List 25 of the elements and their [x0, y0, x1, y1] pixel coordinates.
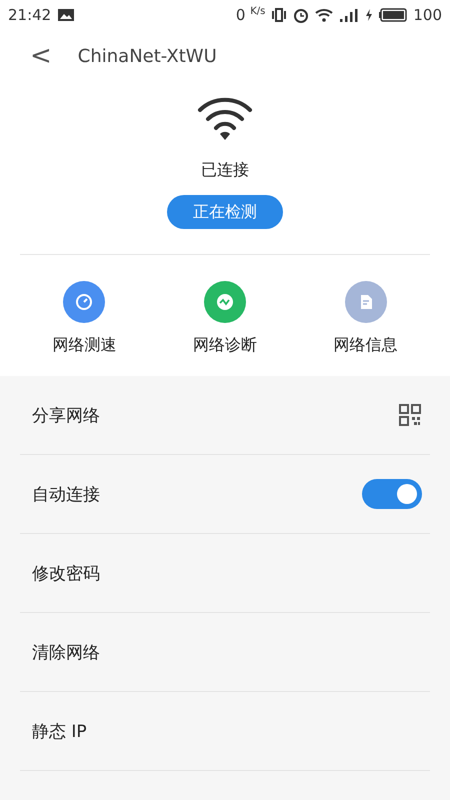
detecting-button[interactable]: 正在检测 [167, 195, 283, 229]
network-name: ChinaNet-XtWU [78, 46, 217, 66]
setting-label[interactable]: 分享网络 [32, 404, 398, 426]
back-button[interactable]: < [26, 41, 56, 71]
action-item[interactable]: 网络诊断 [192, 281, 257, 356]
alarm-icon [293, 7, 310, 23]
action-item[interactable]: 网络信息 [334, 281, 398, 356]
battery-level: 100 [413, 6, 442, 24]
setting-label[interactable]: 自动连接 [32, 482, 362, 506]
setting-label[interactable]: 修改密码 [32, 562, 422, 584]
connection-status: 已连接 [201, 160, 249, 181]
charging-icon [365, 8, 374, 22]
vibrate-icon [271, 7, 288, 23]
wifi-icon [315, 8, 334, 22]
qr-code-icon [398, 403, 422, 427]
setting-label[interactable]: 静态 IP [32, 720, 422, 742]
status-time: 21:42 [8, 6, 52, 24]
setting-label[interactable]: 清除网络 [32, 640, 422, 664]
signal-icon [339, 8, 360, 22]
toggle-switch[interactable] [362, 479, 422, 509]
image-notification-icon [57, 8, 76, 22]
network-speed: 0 $^{K/s}$ [236, 6, 266, 24]
action-item[interactable]: 网络测速 [52, 281, 116, 356]
wifi-icon [197, 96, 253, 142]
battery-icon [379, 8, 408, 22]
